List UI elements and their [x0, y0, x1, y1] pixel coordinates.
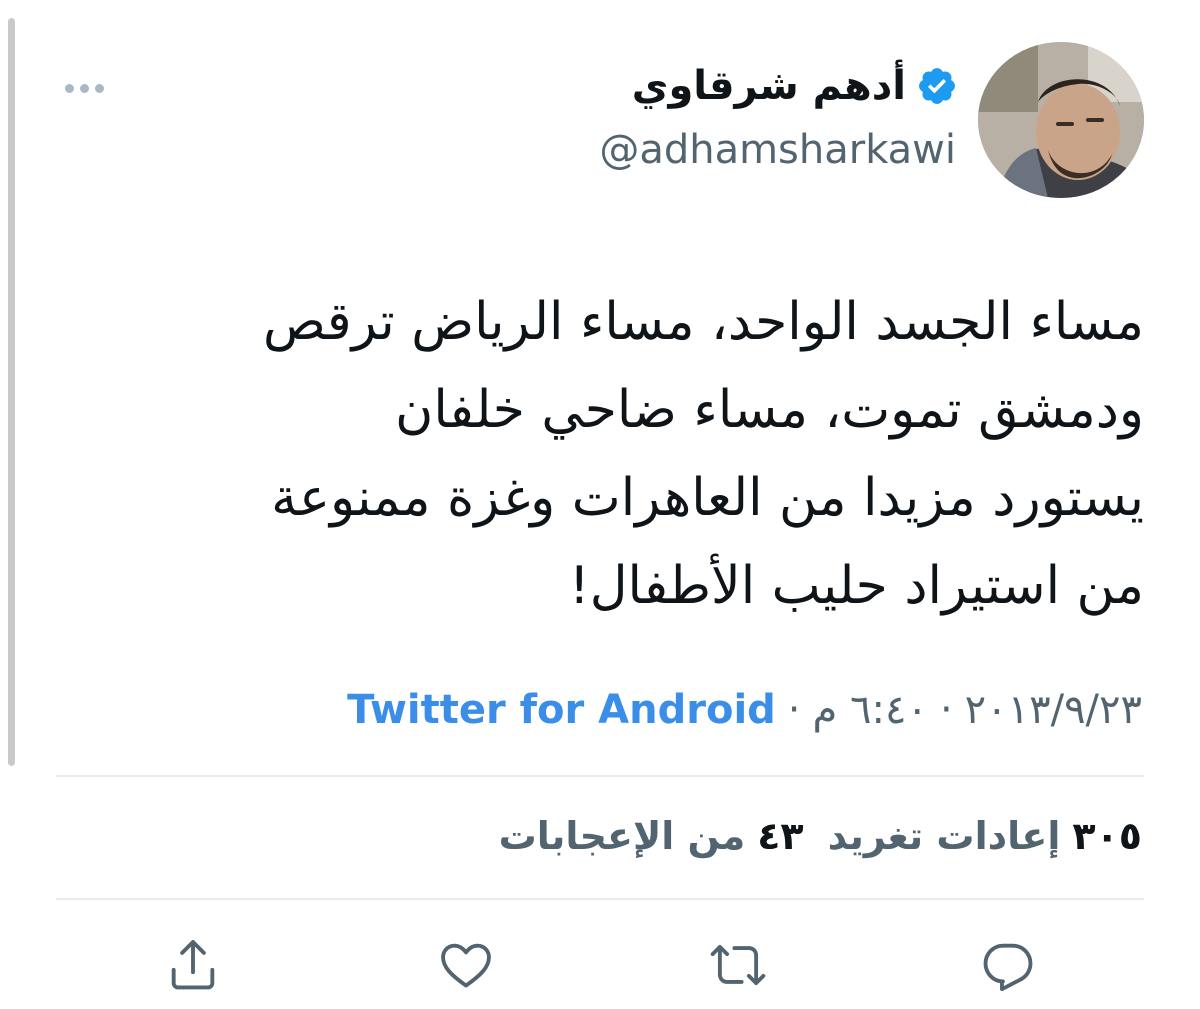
user-handle[interactable]: @adhamsharkawi	[599, 122, 956, 178]
scroll-indicator[interactable]	[8, 18, 15, 766]
tweet-stats: ٣٠٥ إعادات تغريد ٤٣ من الإعجابات	[499, 808, 1142, 864]
likes-label: من الإعجابات	[498, 814, 746, 858]
retweets-label: إعادات تغريد	[827, 814, 1061, 858]
display-name-row[interactable]: أدهم شرقاوي	[632, 58, 958, 114]
action-bar	[0, 930, 1200, 1000]
verified-badge-icon	[916, 65, 958, 107]
more-dot-icon	[94, 83, 104, 93]
profile-photo-icon	[978, 42, 1144, 198]
heart-icon	[441, 943, 491, 988]
more-dot-icon	[64, 83, 74, 93]
avatar[interactable]	[978, 42, 1144, 198]
more-dot-icon	[79, 83, 89, 93]
retweets-count: ٣٠٥	[1072, 814, 1142, 858]
like-button[interactable]	[431, 930, 501, 1000]
tweet-meta: ٢٠١٣/٩/٢٣ · ٦:٤٠ م · Twitter for Android	[347, 682, 1142, 738]
share-icon	[171, 940, 215, 990]
tweet-date[interactable]: ٢٠١٣/٩/٢٣	[965, 682, 1142, 738]
display-name[interactable]: أدهم شرقاوي	[632, 58, 906, 114]
share-button[interactable]	[158, 930, 228, 1000]
meta-separator: ·	[787, 687, 801, 733]
retweet-icon	[710, 944, 766, 986]
more-options-button[interactable]	[56, 70, 112, 106]
divider	[56, 898, 1144, 900]
meta-separator: ·	[939, 687, 953, 733]
tweet-time[interactable]: ٦:٤٠ م	[813, 682, 928, 738]
likes-stat[interactable]: ٤٣ من الإعجابات	[499, 808, 804, 864]
tweet-detail-page: أدهم شرقاوي @adhamsharkawi مساء الجسد ال…	[0, 0, 1200, 1009]
reply-icon	[983, 943, 1033, 992]
retweet-button[interactable]	[703, 930, 773, 1000]
divider	[56, 775, 1144, 777]
tweet-text: مساء الجسد الواحد، مساء الرياض ترقص ودمش…	[263, 292, 1144, 616]
tweet-source-link[interactable]: Twitter for Android	[347, 682, 776, 738]
likes-count: ٤٣	[757, 814, 804, 858]
retweets-stat[interactable]: ٣٠٥ إعادات تغريد	[828, 808, 1142, 864]
reply-button[interactable]	[973, 930, 1043, 1000]
